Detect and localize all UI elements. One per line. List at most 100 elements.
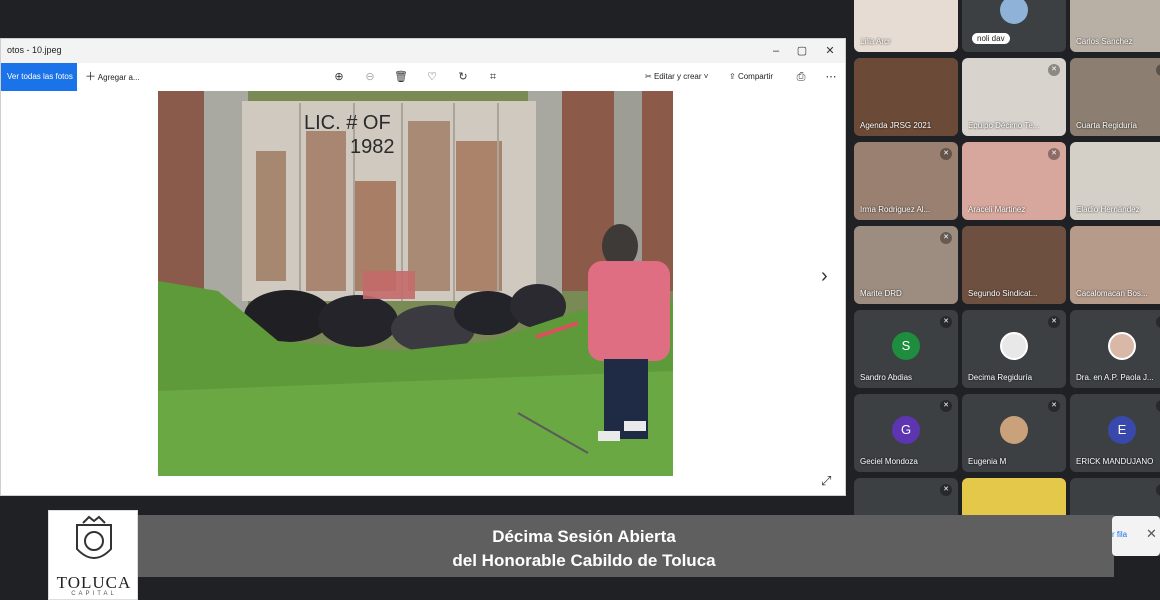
- edit-icon: ✂: [645, 72, 654, 81]
- participant-tile[interactable]: Lilia Arcr: [854, 0, 958, 52]
- photo-scene: LIC. # OF 1982: [158, 91, 673, 476]
- participant-avatar: [1108, 332, 1136, 360]
- participant-tile[interactable]: ✕ Equipo Décimo Te...: [962, 58, 1066, 136]
- crop-icon[interactable]: ⌗: [485, 69, 501, 85]
- more-options-icon[interactable]: ⋯: [823, 69, 839, 85]
- edit-create-label: Editar y crear: [653, 72, 702, 81]
- mic-off-icon: ✕: [1048, 316, 1060, 328]
- screen: otos - 10.jpeg – ▢ ✕ Ver todas las fotos…: [0, 0, 1160, 600]
- participant-tile[interactable]: ✕ Dra. en A.P. Paola J...: [1070, 310, 1160, 388]
- participant-name: Araceli Martinez: [968, 205, 1026, 214]
- participant-name: Segundo Sindicat...: [968, 289, 1038, 298]
- coat-of-arms-icon: [76, 515, 112, 559]
- participant-tile[interactable]: ✕ Cuarta Regiduría: [1070, 58, 1160, 136]
- expand-icon[interactable]: ⤢: [821, 473, 831, 489]
- mic-off-icon: ✕: [1048, 400, 1060, 412]
- participant-name: Agenda JRSG 2021: [860, 121, 932, 130]
- participant-name: Marite DRD: [860, 289, 902, 298]
- add-to-label: Agregar a...: [97, 73, 140, 82]
- participant-tile[interactable]: ✕ S Sandro Abdias: [854, 310, 958, 388]
- participant-name: Irma Rodriguez Al...: [860, 205, 931, 214]
- participant-avatar: [1000, 332, 1028, 360]
- participant-tile[interactable]: Eladio Hernández: [1070, 142, 1160, 220]
- mic-off-icon: ✕: [940, 232, 952, 244]
- zoom-in-icon[interactable]: ⊕: [331, 69, 347, 85]
- gate-graffiti-line1: LIC. # OF: [304, 112, 391, 134]
- mic-off-icon: ✕: [940, 484, 952, 496]
- participant-avatar: [1000, 416, 1028, 444]
- participant-name: Eugenia M: [968, 457, 1007, 466]
- notification-chip[interactable]: r fila ✕: [1112, 516, 1160, 556]
- pillar-left: [204, 91, 248, 321]
- participant-name: Eladio Hernández: [1076, 205, 1140, 214]
- mic-off-icon: ✕: [940, 148, 952, 160]
- lower-third-banner: Décima Sesión Abierta del Honorable Cabi…: [138, 515, 1114, 577]
- participant-name: Sandro Abdias: [860, 373, 913, 382]
- chip-text: r fila: [1112, 530, 1128, 539]
- mic-off-icon: ✕: [1156, 400, 1160, 412]
- participant-name: Decima Regiduría: [968, 373, 1033, 382]
- zoom-out-icon[interactable]: ⊖: [362, 69, 378, 85]
- favorite-icon[interactable]: ♡: [424, 69, 440, 85]
- participant-tile[interactable]: Cacalomacan Bos...: [1070, 226, 1160, 304]
- participant-tile[interactable]: Agenda JRSG 2021: [854, 58, 958, 136]
- trash-bag: [318, 295, 398, 347]
- participant-name: Cacalomacan Bos...: [1076, 289, 1148, 298]
- photo-toolbar: Ver todas las fotos ＋ Agregar a... ⊕ ⊖ 🗑…: [1, 63, 845, 91]
- maximize-icon[interactable]: ▢: [791, 42, 813, 60]
- participant-tile[interactable]: ✕ Decima Regiduría: [962, 310, 1066, 388]
- minimize-icon[interactable]: –: [765, 42, 787, 60]
- close-icon[interactable]: ✕: [819, 42, 841, 60]
- participant-avatar: [1000, 0, 1028, 24]
- mic-off-icon: ✕: [1048, 148, 1060, 160]
- participant-name: Cuarta Regiduría: [1076, 121, 1137, 130]
- participant-name: noli dav: [972, 33, 1010, 44]
- toluca-logo: TOLUCA CAPITAL: [48, 510, 138, 600]
- red-object: [363, 271, 415, 299]
- edit-create-button[interactable]: ✂ Editar y crear ˅: [645, 63, 708, 91]
- photo-viewer-window: otos - 10.jpeg – ▢ ✕ Ver todas las fotos…: [0, 38, 846, 496]
- add-to-button[interactable]: ＋ Agregar a...: [85, 63, 140, 92]
- mic-off-icon: ✕: [1156, 484, 1160, 496]
- close-icon[interactable]: ✕: [1146, 526, 1157, 542]
- see-all-photos-button[interactable]: Ver todas las fotos: [1, 63, 77, 91]
- mic-off-icon: ✕: [1048, 64, 1060, 76]
- participant-name: Carlos Sanchez: [1076, 37, 1133, 46]
- participant-tile[interactable]: Segundo Sindicat...: [962, 226, 1066, 304]
- participant-name: Lilia Arcr: [860, 37, 891, 46]
- person-shirt: [588, 261, 670, 361]
- participant-tile[interactable]: ✕ G Geciel Mondoza: [854, 394, 958, 472]
- banner-line-1: Décima Sesión Abierta: [492, 527, 676, 546]
- share-label: Compartir: [737, 72, 774, 81]
- banner-line-2: del Honorable Cabildo de Toluca: [452, 551, 716, 570]
- participants-grid: Lilia Arcr noli dav Carlos Sanchez Agend…: [850, 0, 1160, 556]
- participant-avatar: E: [1108, 416, 1136, 444]
- participant-avatar: S: [892, 332, 920, 360]
- participant-tile[interactable]: ✕ Marite DRD: [854, 226, 958, 304]
- share-button[interactable]: ⇪ Compartir: [729, 63, 773, 91]
- participant-tile[interactable]: ✕ Araceli Martinez: [962, 142, 1066, 220]
- mic-off-icon: ✕: [940, 400, 952, 412]
- window-titlebar: otos - 10.jpeg – ▢ ✕: [1, 39, 845, 63]
- rotate-icon[interactable]: ↻: [455, 69, 471, 85]
- participant-tile[interactable]: ✕ Irma Rodriguez Al...: [854, 142, 958, 220]
- participant-name: Geciel Mondoza: [860, 457, 918, 466]
- plus-icon: ＋: [85, 71, 96, 83]
- participant-tile[interactable]: noli dav: [962, 0, 1066, 52]
- participant-tile[interactable]: ✕ E ERICK MANDUJANO: [1070, 394, 1160, 472]
- chevron-down-icon: ˅: [703, 72, 709, 81]
- share-icon: ⇪: [729, 72, 738, 81]
- logo-brand: TOLUCA: [56, 573, 132, 592]
- next-photo-icon[interactable]: ›: [821, 265, 828, 288]
- participant-tile[interactable]: Carlos Sanchez: [1070, 0, 1160, 52]
- participant-tile[interactable]: ✕ Eugenia M: [962, 394, 1066, 472]
- participant-name: Equipo Décimo Te...: [968, 121, 1040, 130]
- print-icon[interactable]: ⎙: [793, 69, 809, 85]
- mic-off-icon: ✕: [1156, 316, 1160, 328]
- participant-avatar: G: [892, 416, 920, 444]
- participant-name: ERICK MANDUJANO: [1076, 457, 1154, 466]
- mic-off-icon: ✕: [940, 316, 952, 328]
- gate-graffiti-line2: 1982: [350, 136, 395, 158]
- window-title: otos - 10.jpeg: [7, 45, 62, 55]
- delete-icon[interactable]: 🗑: [393, 69, 409, 85]
